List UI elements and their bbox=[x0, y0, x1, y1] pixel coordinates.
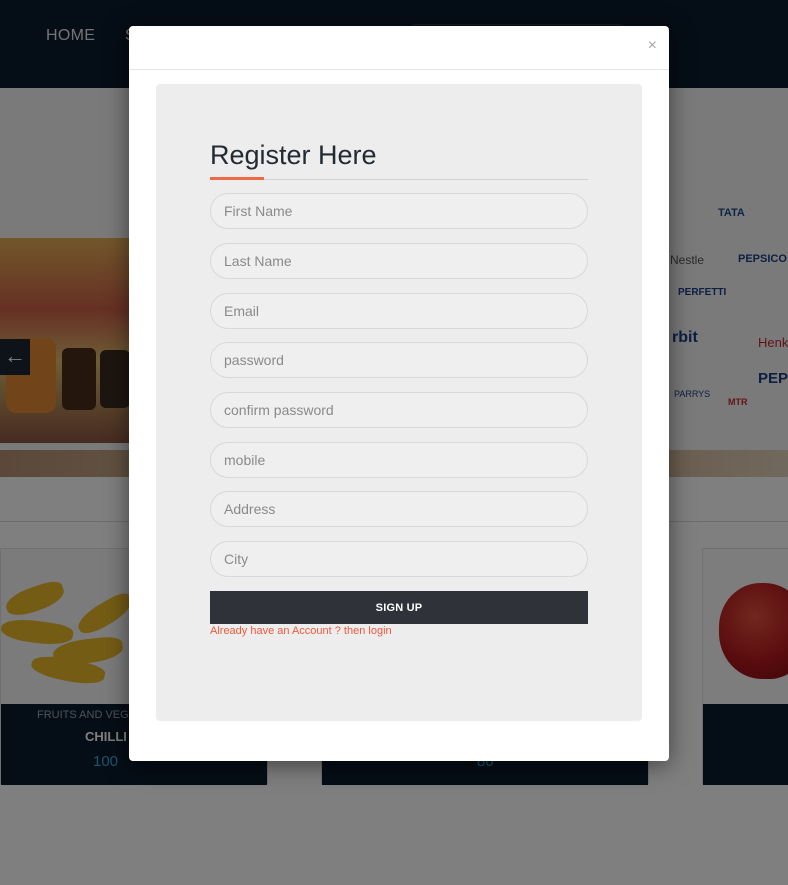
close-icon[interactable]: × bbox=[648, 38, 657, 54]
first-name-field[interactable] bbox=[210, 193, 588, 229]
password-field[interactable] bbox=[210, 342, 588, 378]
address-field[interactable] bbox=[210, 491, 588, 527]
title-divider bbox=[210, 179, 588, 180]
login-link[interactable]: Already have an Account ? then login bbox=[210, 625, 392, 637]
title-accent-bar bbox=[210, 177, 264, 180]
sign-up-button[interactable]: SIGN UP bbox=[210, 591, 588, 624]
register-form: Register Here SIGN UP Already have an Ac… bbox=[156, 84, 642, 721]
modal-header: × bbox=[129, 26, 669, 70]
confirm-password-field[interactable] bbox=[210, 392, 588, 428]
last-name-field[interactable] bbox=[210, 243, 588, 279]
mobile-field[interactable] bbox=[210, 442, 588, 478]
email-field[interactable] bbox=[210, 293, 588, 329]
form-title: Register Here bbox=[210, 140, 377, 170]
city-field[interactable] bbox=[210, 541, 588, 577]
register-modal: × Register Here SIGN UP Already have an … bbox=[129, 26, 669, 761]
